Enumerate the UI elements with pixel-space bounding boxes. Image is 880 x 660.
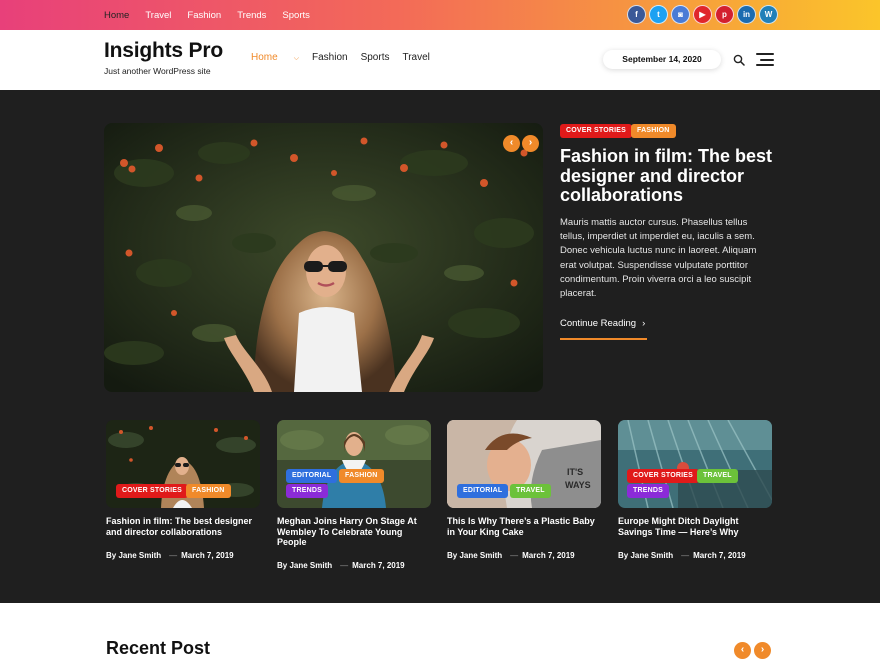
- post-author[interactable]: By Jane Smith: [277, 561, 332, 570]
- card-tag-trends[interactable]: TRENDS: [286, 484, 328, 498]
- top-nav: Home Travel Fashion Trends Sports: [104, 0, 326, 30]
- top-nav-fashion[interactable]: Fashion: [187, 10, 221, 21]
- top-nav-travel[interactable]: Travel: [145, 10, 171, 21]
- card-tag-cover-stories[interactable]: COVER STORIES: [116, 484, 189, 498]
- hero-tag-fashion[interactable]: FASHION: [631, 124, 676, 138]
- post-author[interactable]: By Jane Smith: [106, 551, 161, 560]
- post-author[interactable]: By Jane Smith: [618, 551, 673, 560]
- social-links: f t ◙ ▶ p in W: [627, 5, 778, 24]
- main-nav-travel[interactable]: Travel: [402, 52, 429, 63]
- top-nav-sports[interactable]: Sports: [282, 10, 309, 21]
- hero-excerpt: Mauris mattis auctor cursus. Phasellus t…: [560, 217, 757, 300]
- main-nav-sports[interactable]: Sports: [361, 52, 390, 63]
- card-tag-fashion[interactable]: FASHION: [186, 484, 231, 498]
- top-nav-home[interactable]: Home: [104, 10, 129, 21]
- site-tagline: Just another WordPress site: [104, 66, 211, 76]
- card-tag-editorial[interactable]: EDITORIAL: [457, 484, 509, 498]
- facebook-icon[interactable]: f: [627, 5, 646, 24]
- post-card-meta: By Jane Smith — March 7, 2019: [447, 551, 575, 560]
- continue-reading-underline: [560, 338, 647, 340]
- svg-text:IT'S: IT'S: [567, 467, 583, 477]
- recent-post-heading: Recent Post: [106, 638, 211, 658]
- post-card-meta: By Jane Smith — March 7, 2019: [277, 561, 405, 570]
- card-tag-travel[interactable]: TRAVEL: [510, 484, 551, 498]
- card-tag-fashion[interactable]: FASHION: [339, 469, 384, 483]
- post-card-meta: By Jane Smith — March 7, 2019: [106, 551, 234, 560]
- card-tag-travel[interactable]: TRAVEL: [697, 469, 738, 483]
- post-date[interactable]: March 7, 2019: [181, 551, 233, 560]
- post-date[interactable]: March 7, 2019: [522, 551, 574, 560]
- site-title[interactable]: Insights Pro: [104, 39, 223, 63]
- post-date[interactable]: March 7, 2019: [693, 551, 745, 560]
- search-icon[interactable]: [733, 54, 745, 66]
- twitter-icon[interactable]: t: [649, 5, 668, 24]
- hero-prev-arrow[interactable]: ‹: [503, 135, 520, 152]
- youtube-icon[interactable]: ▶: [693, 5, 712, 24]
- post-card-meta: By Jane Smith — March 7, 2019: [618, 551, 746, 560]
- card-tag-trends[interactable]: TRENDS: [627, 484, 669, 498]
- chevron-right-icon: ›: [642, 318, 646, 329]
- linkedin-icon[interactable]: in: [737, 5, 756, 24]
- recent-prev-arrow[interactable]: ‹: [734, 642, 751, 659]
- post-author[interactable]: By Jane Smith: [447, 551, 502, 560]
- post-card-title[interactable]: Europe Might Ditch Daylight Savings Time…: [618, 516, 774, 537]
- hero-tag-cover-stories[interactable]: COVER STORIES: [560, 124, 633, 138]
- post-date[interactable]: March 7, 2019: [352, 561, 404, 570]
- card-tag-cover-stories[interactable]: COVER STORIES: [627, 469, 700, 483]
- card-tag-editorial[interactable]: EDITORIAL: [286, 469, 338, 483]
- top-nav-trends[interactable]: Trends: [237, 10, 266, 21]
- main-nav-home-label: Home: [251, 52, 278, 63]
- main-nav-fashion[interactable]: Fashion: [312, 52, 348, 63]
- main-nav-home[interactable]: Home ⌵: [251, 52, 299, 63]
- main-nav: Home ⌵ Fashion Sports Travel: [251, 52, 443, 63]
- hero-next-arrow[interactable]: ›: [522, 135, 539, 152]
- svg-text:WAYS: WAYS: [565, 480, 591, 490]
- pinterest-icon[interactable]: p: [715, 5, 734, 24]
- menu-icon[interactable]: [756, 53, 774, 66]
- wordpress-icon[interactable]: W: [759, 5, 778, 24]
- recent-next-arrow[interactable]: ›: [754, 642, 771, 659]
- continue-reading-link[interactable]: Continue Reading ›: [560, 318, 645, 329]
- post-card-title[interactable]: Fashion in film: The best designer and d…: [106, 516, 262, 537]
- top-bar: Home Travel Fashion Trends Sports f t ◙ …: [0, 0, 880, 30]
- chevron-down-icon: ⌵: [293, 55, 299, 62]
- hero-image[interactable]: [104, 123, 543, 392]
- post-card-title[interactable]: This Is Why There’s a Plastic Baby in Yo…: [447, 516, 603, 537]
- hero-title[interactable]: Fashion in film: The best designer and d…: [560, 146, 775, 206]
- continue-reading-label: Continue Reading: [560, 318, 637, 329]
- post-card-title[interactable]: Meghan Joins Harry On Stage At Wembley T…: [277, 516, 433, 548]
- instagram-icon[interactable]: ◙: [671, 5, 690, 24]
- date-badge: September 14, 2020: [603, 50, 721, 69]
